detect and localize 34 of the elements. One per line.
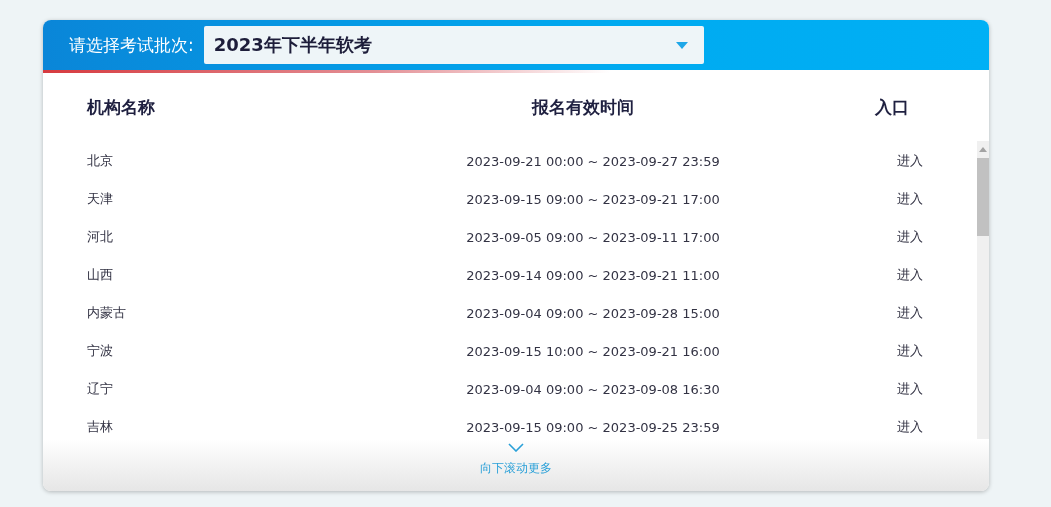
enter-link[interactable]: 进入 — [897, 304, 977, 322]
enter-link[interactable]: 进入 — [897, 418, 977, 436]
column-header: 报名有效时间 — [532, 95, 634, 119]
enter-link[interactable]: 进入 — [897, 152, 977, 170]
table-cell: 2023-09-04 09:00 ~ 2023-09-08 16:30 — [466, 381, 720, 397]
enter-link[interactable]: 进入 — [897, 266, 977, 284]
enter-link[interactable]: 进入 — [897, 228, 977, 246]
enter-link[interactable]: 进入 — [897, 190, 977, 208]
table-cell-text: 山西 — [87, 266, 114, 284]
table-cell: 2023-09-15 09:00 ~ 2023-09-21 17:00 — [466, 191, 720, 207]
table-cell: 2023-09-21 00:00 ~ 2023-09-27 23:59 — [466, 153, 720, 169]
table-cell: 2023-09-15 10:00 ~ 2023-09-21 16:00 — [466, 343, 720, 359]
table-cell-text: 天津 — [87, 190, 114, 208]
table-cell-text: 北京 — [87, 152, 114, 170]
table-cell-text: 辽宁 — [87, 380, 114, 398]
scroll-hint: 向下滚动更多 — [480, 460, 552, 477]
table-cell: 2023-09-14 09:00 ~ 2023-09-21 11:00 — [466, 267, 720, 283]
table-cell-text: 吉林 — [87, 418, 114, 436]
table-cell: 2023-09-05 09:00 ~ 2023-09-11 17:00 — [466, 229, 720, 245]
table-cell-text: 宁波 — [87, 342, 114, 360]
scroll-up-icon[interactable] — [979, 147, 987, 152]
column-header: 入口 — [875, 95, 909, 119]
table-cell: 2023-09-15 09:00 ~ 2023-09-25 23:59 — [466, 419, 720, 435]
enter-link[interactable]: 进入 — [897, 380, 977, 398]
table-cell-text: 内蒙古 — [87, 304, 127, 322]
column-header: 机构名称 — [87, 95, 155, 119]
chevron-down-icon — [508, 443, 524, 452]
batch-dropdown[interactable]: 2023年下半年软考 — [203, 26, 704, 64]
table-cell-text: 河北 — [87, 228, 114, 246]
scroll-thumb[interactable] — [977, 158, 989, 236]
batch-label: 请选择考试批次: — [69, 33, 194, 57]
caret-icon — [675, 41, 688, 49]
enter-link[interactable]: 进入 — [897, 342, 977, 360]
table-cell: 2023-09-04 09:00 ~ 2023-09-28 15:00 — [466, 305, 720, 321]
